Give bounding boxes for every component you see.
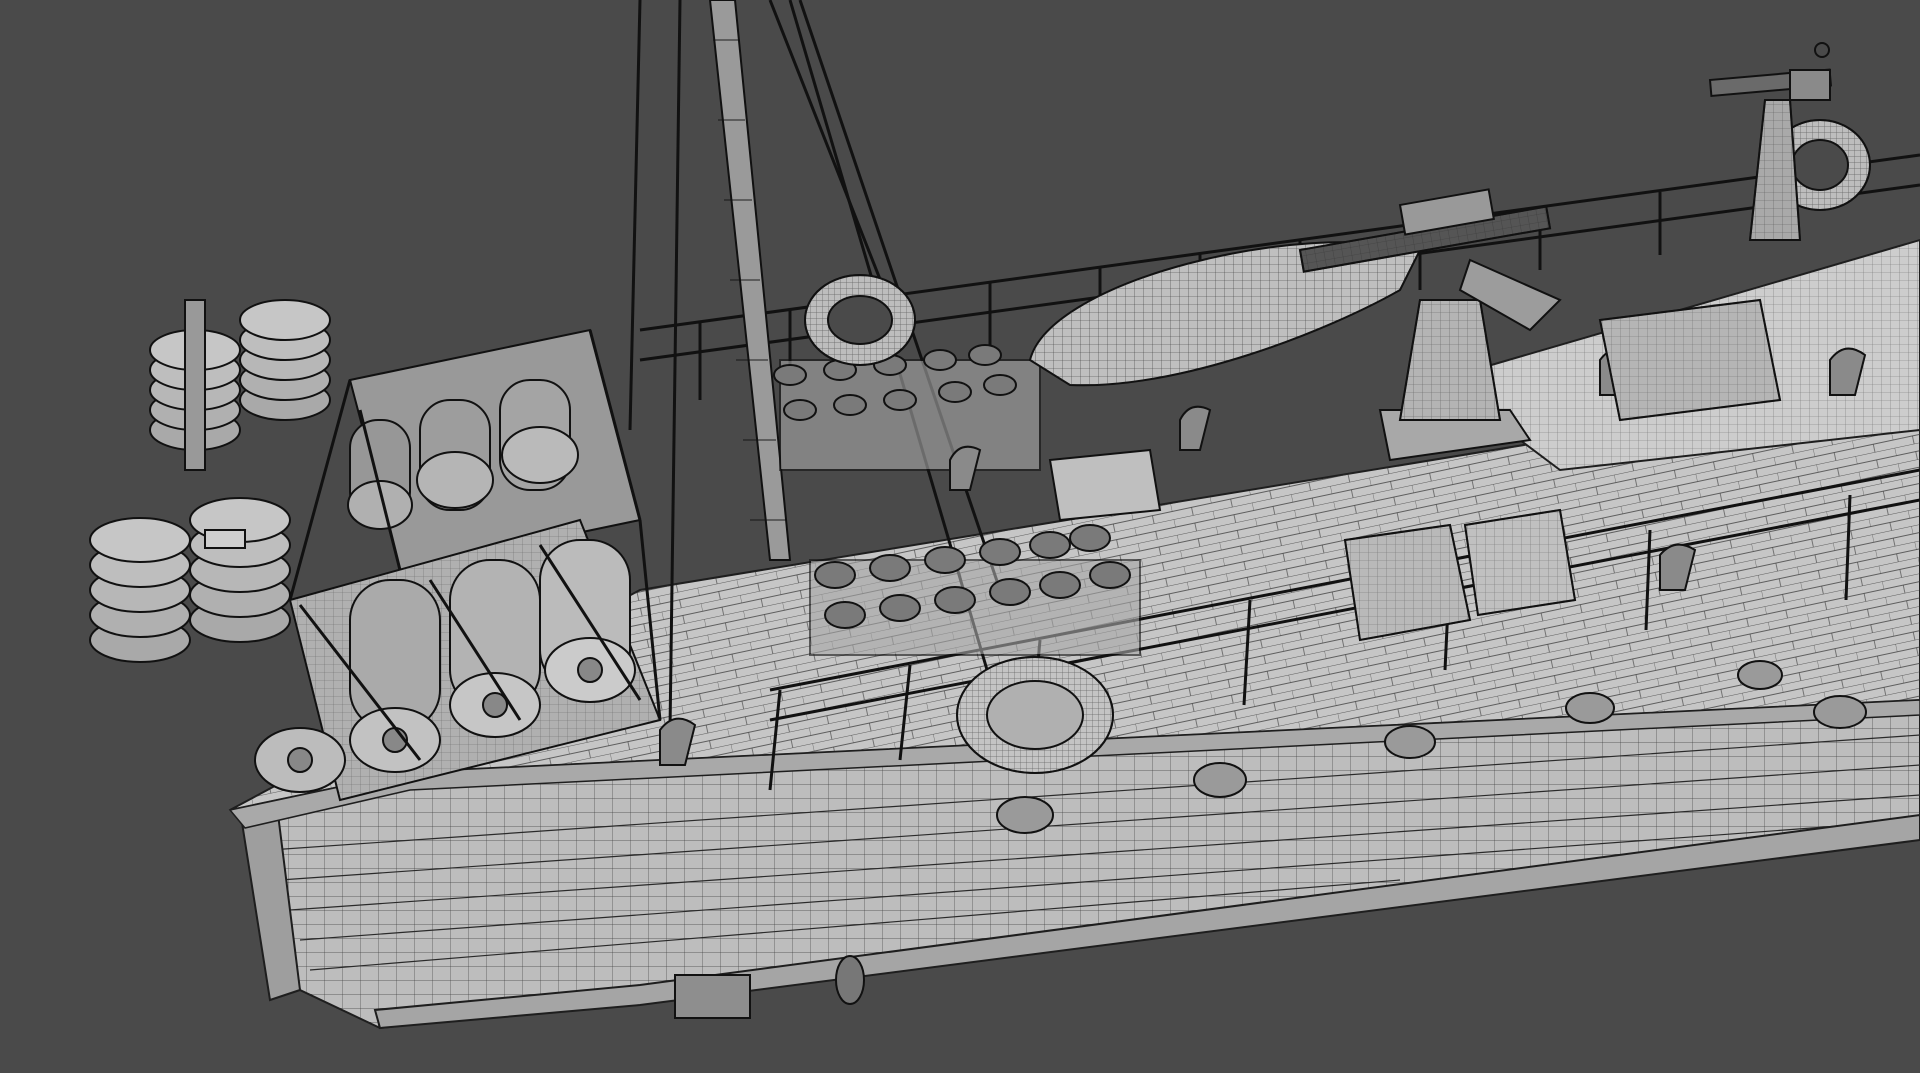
- stack-upper: [149, 299, 331, 471]
- propeller: [835, 955, 865, 1005]
- mast: [708, 0, 792, 561]
- rudder: [674, 974, 751, 1019]
- dinghy: [1028, 241, 1422, 387]
- viewport: [0, 0, 1920, 1073]
- stack-lower: [89, 497, 291, 663]
- ship-wireframe-render: [89, 0, 1920, 1030]
